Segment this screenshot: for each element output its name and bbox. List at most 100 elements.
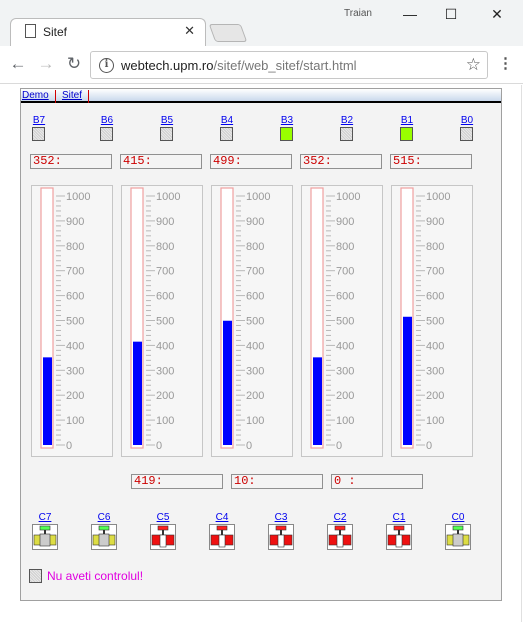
tick-label: 100 <box>246 415 264 427</box>
reload-button[interactable]: ↻ <box>64 54 84 74</box>
tick-label: 700 <box>336 266 354 278</box>
tick-label: 700 <box>156 266 174 278</box>
bit-label[interactable]: B1 <box>396 116 418 126</box>
url-path: /sitef/web_sitef/start.html <box>213 58 357 73</box>
bit-label[interactable]: B2 <box>336 116 358 126</box>
bit-b0: B0 <box>460 116 474 141</box>
bit-label[interactable]: B3 <box>276 116 298 126</box>
tick-label: 100 <box>156 415 174 427</box>
bit-label[interactable]: B4 <box>216 116 238 126</box>
tick-label: 900 <box>66 216 84 228</box>
bit-indicator <box>32 127 45 141</box>
new-tab-button[interactable] <box>208 24 248 42</box>
address-bar[interactable]: i webtech.upm.ro/sitef/web_sitef/start.h… <box>90 51 488 79</box>
tick-label: 800 <box>336 241 354 253</box>
gauge-3: 1000 900 800 700 600 500 400 300 200 100 0 <box>211 185 293 457</box>
reading-5: 515: <box>390 154 472 169</box>
browser-tab[interactable]: Sitef ✕ <box>10 18 206 46</box>
tick-label: 200 <box>336 390 354 402</box>
gauge-graphic: 10009008007006005004003002001000 <box>400 187 450 452</box>
tick-label: 400 <box>156 340 174 352</box>
forward-button[interactable]: → <box>36 54 56 74</box>
command-c1: C1 <box>386 513 412 550</box>
tick-label: 900 <box>426 216 444 228</box>
valve-button[interactable] <box>327 524 353 550</box>
valve-button[interactable] <box>445 524 471 550</box>
url-host: webtech.upm.ro <box>121 58 214 73</box>
tick-label: 500 <box>426 316 444 328</box>
title-bar: Sitef ✕ Traian — ☐ ✕ <box>0 0 523 46</box>
valve-button[interactable] <box>91 524 117 550</box>
extra-reading-1: 419: <box>131 474 223 489</box>
bit-label[interactable]: B0 <box>456 116 478 126</box>
tab-close-icon[interactable]: ✕ <box>184 23 195 39</box>
command-label: C4 <box>215 512 229 523</box>
bit-indicator <box>160 127 173 141</box>
tick-label: 0 <box>66 440 72 452</box>
tick-label: 300 <box>66 365 84 377</box>
command-c2: C2 <box>327 513 353 550</box>
bit-b6: B6 <box>100 116 114 141</box>
command-label: C2 <box>333 512 347 523</box>
command-c7: C7 <box>32 513 58 550</box>
valve-button[interactable] <box>209 524 235 550</box>
valve-button[interactable] <box>32 524 58 550</box>
gauge-4: 1000 900 800 700 600 500 400 300 200 100 0 <box>301 185 383 457</box>
tick-label: 500 <box>336 316 354 328</box>
command-label: C6 <box>97 512 111 523</box>
tick-label: 200 <box>156 390 174 402</box>
info-icon[interactable]: i <box>99 58 114 73</box>
bit-b3: B3 <box>280 116 294 141</box>
tick-label: 300 <box>246 365 264 377</box>
tick-label: 0 <box>426 440 432 452</box>
bookmark-star-icon[interactable]: ☆ <box>466 55 481 75</box>
tick-label: 500 <box>156 316 174 328</box>
user-profile-label[interactable]: Traian <box>344 8 372 19</box>
close-window-button[interactable]: ✕ <box>482 4 512 24</box>
tick-label: 0 <box>246 440 252 452</box>
tick-label: 800 <box>156 241 174 253</box>
bit-indicator <box>460 127 473 141</box>
page-viewport: Demo Sitef B7 B6 B5 B4 B3 B2 B1 B0 352: 415: 49… <box>0 85 523 622</box>
tick-label: 700 <box>66 266 84 278</box>
bit-label[interactable]: B5 <box>156 116 178 126</box>
valve-button[interactable] <box>386 524 412 550</box>
url-text[interactable]: webtech.upm.ro/sitef/web_sitef/start.htm… <box>121 58 357 73</box>
tick-label: 900 <box>246 216 264 228</box>
bit-b4: B4 <box>220 116 234 141</box>
valve-icon <box>269 525 293 548</box>
reading-2: 415: <box>120 154 202 169</box>
reading-4: 352: <box>300 154 382 169</box>
gauge-level <box>43 357 52 445</box>
valve-button[interactable] <box>268 524 294 550</box>
command-label: C5 <box>156 512 170 523</box>
gauge-level <box>223 320 232 445</box>
command-c3: C3 <box>268 513 294 550</box>
tick-label: 600 <box>156 291 174 303</box>
tick-label: 600 <box>336 291 354 303</box>
control-checkbox[interactable] <box>29 569 42 583</box>
valve-icon <box>151 525 175 548</box>
scroll-edge <box>521 85 522 622</box>
tick-label: 200 <box>66 390 84 402</box>
command-c5: C5 <box>150 513 176 550</box>
bit-label[interactable]: B6 <box>96 116 118 126</box>
maximize-button[interactable]: ☐ <box>436 4 466 24</box>
valve-icon <box>210 525 234 548</box>
page-icon <box>25 24 36 38</box>
tick-label: 800 <box>426 241 444 253</box>
command-label: C3 <box>274 512 288 523</box>
valve-button[interactable] <box>150 524 176 550</box>
bit-indicator <box>280 127 293 141</box>
bit-label[interactable]: B7 <box>28 116 50 126</box>
minimize-button[interactable]: — <box>395 4 425 24</box>
browser-menu-icon[interactable]: ⋮ <box>498 54 513 72</box>
nav-link-demo[interactable]: Demo <box>21 90 56 103</box>
nav-link-sitef[interactable]: Sitef <box>61 90 90 103</box>
valve-icon <box>33 525 57 547</box>
bit-indicator <box>340 127 353 141</box>
tick-label: 400 <box>66 340 84 352</box>
back-button[interactable]: ← <box>8 54 28 74</box>
reading-3: 499: <box>210 154 292 169</box>
gauge-5: 1000 900 800 700 600 500 400 300 200 100 0 <box>391 185 473 457</box>
